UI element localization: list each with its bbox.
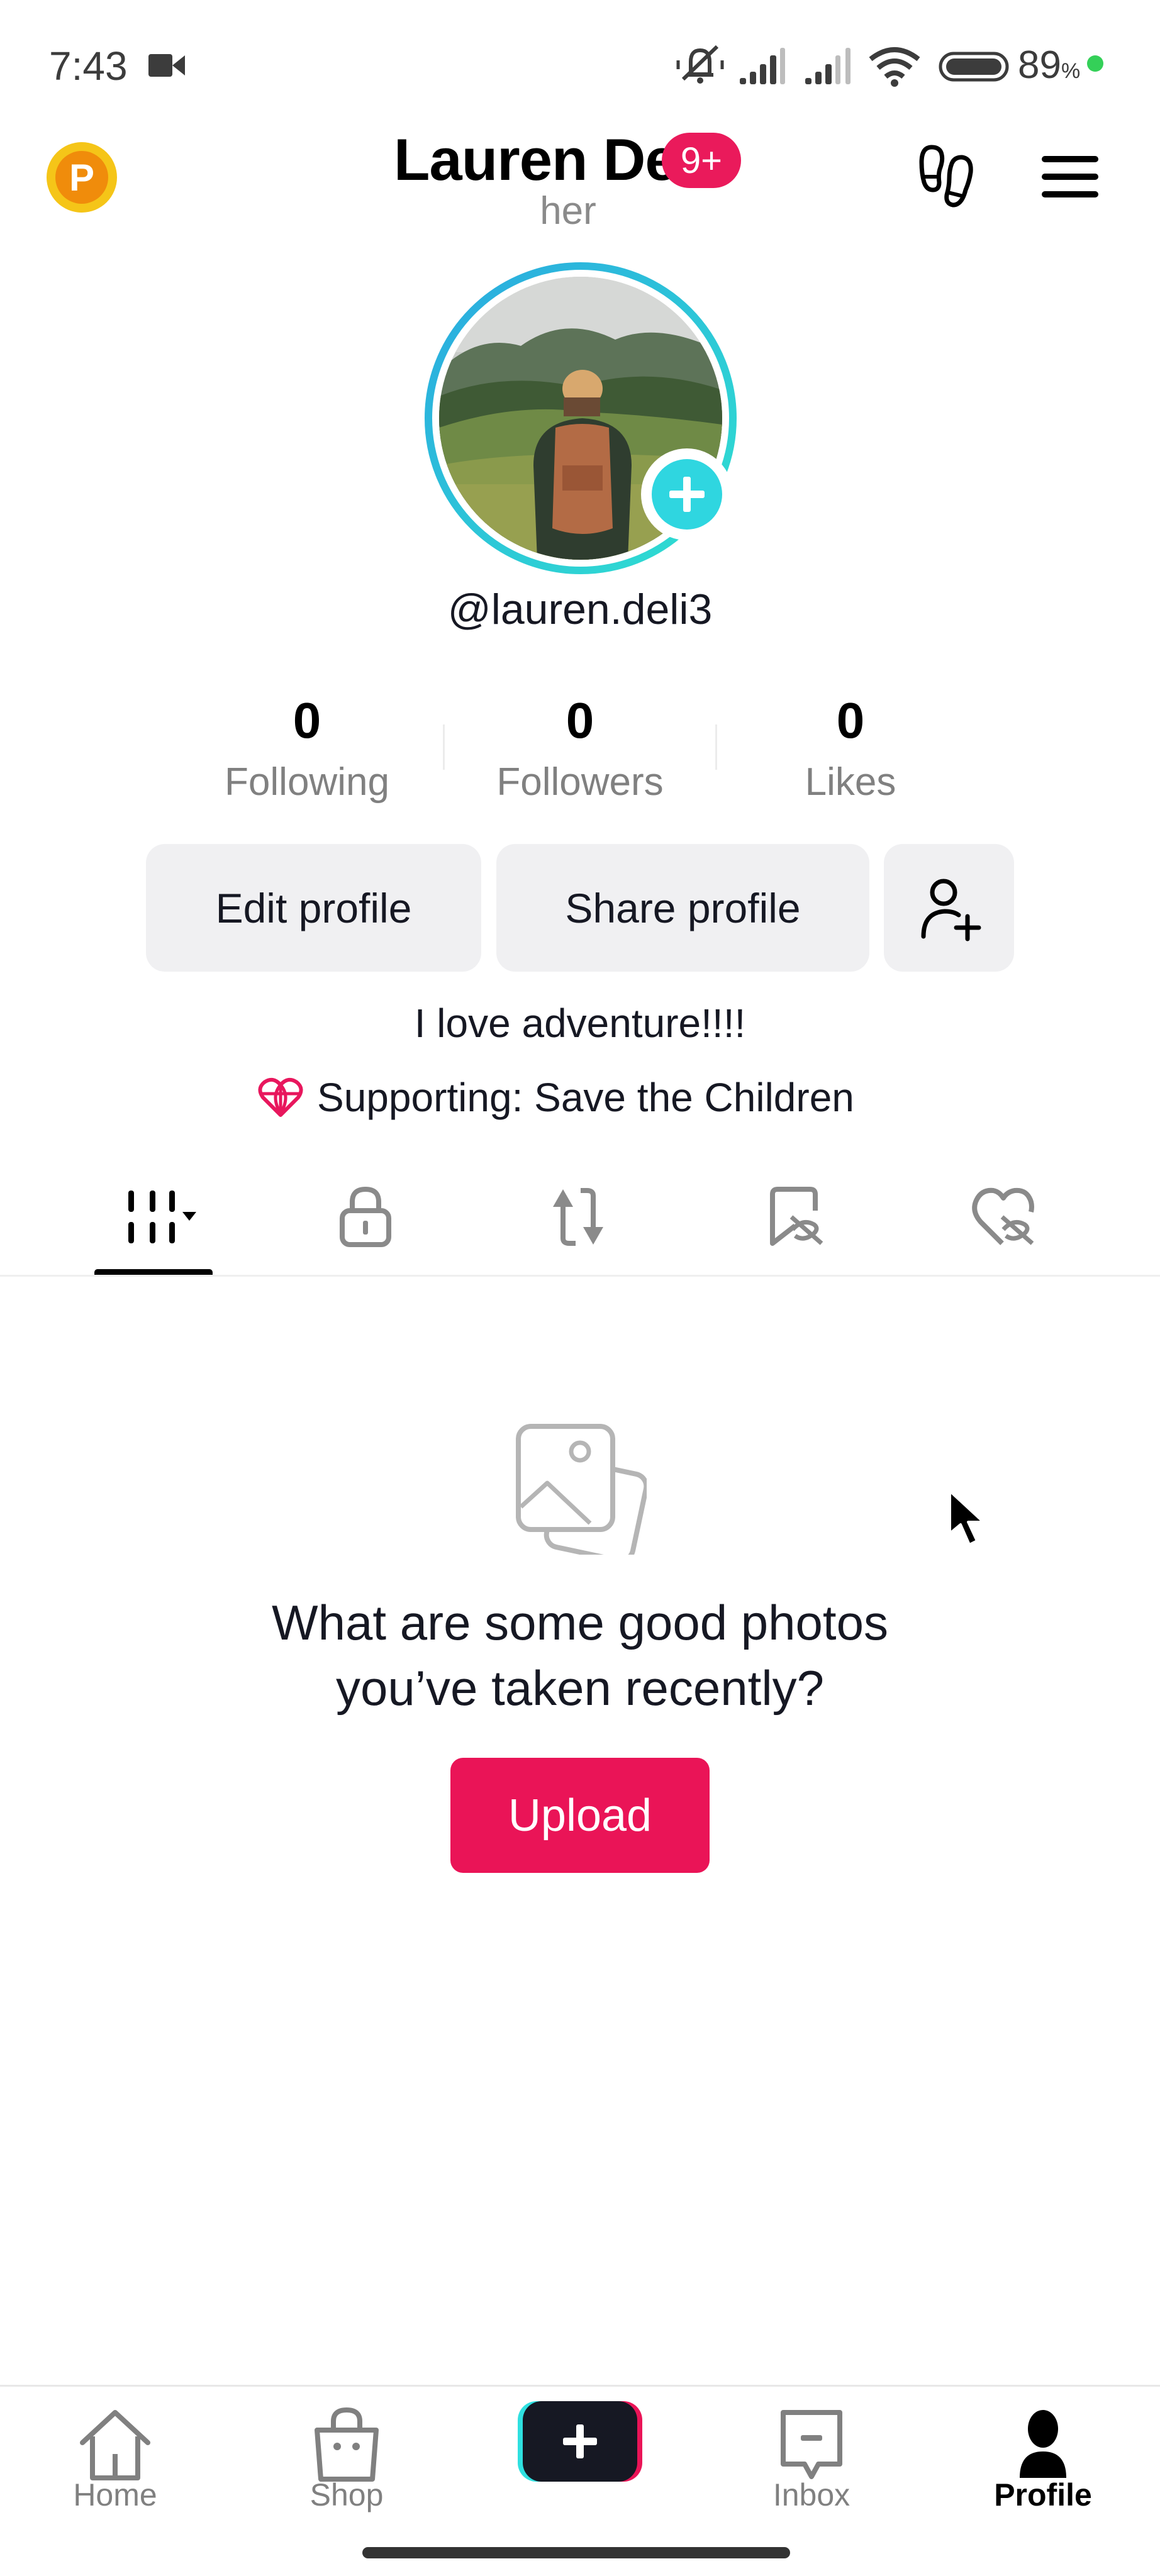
edit-profile-button[interactable]: Edit profile	[146, 844, 481, 972]
muted-bell-icon	[676, 45, 724, 84]
empty-state-message: What are some good photos you’ve taken r…	[0, 1590, 1160, 1721]
nav-home-label: Home	[73, 2477, 157, 2512]
add-friend-button[interactable]	[884, 844, 1014, 972]
liked-hidden-icon	[972, 1187, 1034, 1245]
nav-shop[interactable]: Shop	[271, 2402, 422, 2512]
bookmark-hidden-icon	[770, 1187, 823, 1246]
nav-shop-label: Shop	[310, 2477, 384, 2512]
add-avatar-button[interactable]	[641, 448, 733, 540]
tab-favorites[interactable]	[745, 1182, 845, 1252]
empty-state-line-2: you’ve taken recently?	[335, 1660, 825, 1716]
heart-globe-icon	[258, 1077, 303, 1117]
supporting-charity[interactable]: Supporting: Save the Children	[258, 1074, 854, 1121]
likes-count[interactable]: 0	[718, 692, 983, 750]
status-time: 7:43	[49, 43, 128, 89]
plus-icon	[652, 459, 722, 530]
nav-inbox-label: Inbox	[772, 2477, 850, 2512]
empty-state-line-1: What are some good photos	[272, 1595, 888, 1650]
nav-profile-label: Profile	[994, 2477, 1092, 2512]
wifi-icon	[869, 47, 920, 87]
following-count[interactable]: 0	[175, 692, 439, 750]
mouse-cursor-icon	[949, 1490, 984, 1546]
nav-inbox[interactable]: Inbox	[736, 2402, 887, 2512]
repost-icon	[553, 1188, 603, 1246]
bio: I love adventure!!!!	[414, 1001, 746, 1046]
battery-level: 89%	[1018, 43, 1080, 87]
lock-icon	[340, 1186, 391, 1247]
signal-icon	[740, 48, 785, 84]
tab-private[interactable]	[315, 1182, 416, 1252]
video-camera-icon	[148, 54, 185, 77]
battery-icon	[939, 52, 1009, 82]
likes-label[interactable]: Likes	[718, 760, 983, 804]
profile-icon	[1020, 2410, 1066, 2478]
tab-divider	[0, 1275, 1160, 1277]
share-profile-button[interactable]: Share profile	[496, 844, 869, 972]
inbox-icon	[781, 2410, 842, 2479]
tab-reposts[interactable]	[528, 1182, 628, 1252]
home-indicator[interactable]	[362, 2547, 790, 2558]
footprints-icon[interactable]	[915, 142, 978, 211]
nav-profile[interactable]: Profile	[968, 2402, 1118, 2512]
home-icon	[80, 2410, 150, 2480]
dropdown-caret-icon	[182, 1212, 196, 1221]
bottom-nav-divider	[0, 2385, 1160, 2387]
upload-button[interactable]: Upload	[450, 1758, 710, 1873]
add-friend-icon	[921, 879, 981, 941]
username: @lauren.deli3	[447, 586, 713, 633]
followers-label[interactable]: Followers	[448, 760, 712, 804]
hamburger-menu-icon[interactable]	[1038, 151, 1103, 201]
supporting-text: Supporting: Save the Children	[317, 1075, 854, 1120]
shop-bag-icon	[315, 2407, 379, 2482]
stat-divider	[715, 724, 717, 770]
privacy-indicator-dot	[1087, 55, 1103, 72]
followers-count[interactable]: 0	[448, 692, 712, 750]
create-plus-icon[interactable]	[518, 2401, 642, 2482]
notification-badge: 9+	[662, 133, 741, 188]
photos-icon	[516, 1424, 647, 1555]
signal-icon	[805, 48, 850, 84]
grid-icon	[128, 1191, 196, 1243]
nav-home[interactable]: Home	[40, 2402, 191, 2512]
tab-videos[interactable]	[104, 1182, 205, 1252]
battery-value: 89	[1018, 43, 1061, 87]
battery-unit: %	[1061, 59, 1081, 83]
following-label[interactable]: Following	[175, 760, 439, 804]
tab-liked[interactable]	[955, 1182, 1056, 1252]
stat-divider	[443, 724, 445, 770]
